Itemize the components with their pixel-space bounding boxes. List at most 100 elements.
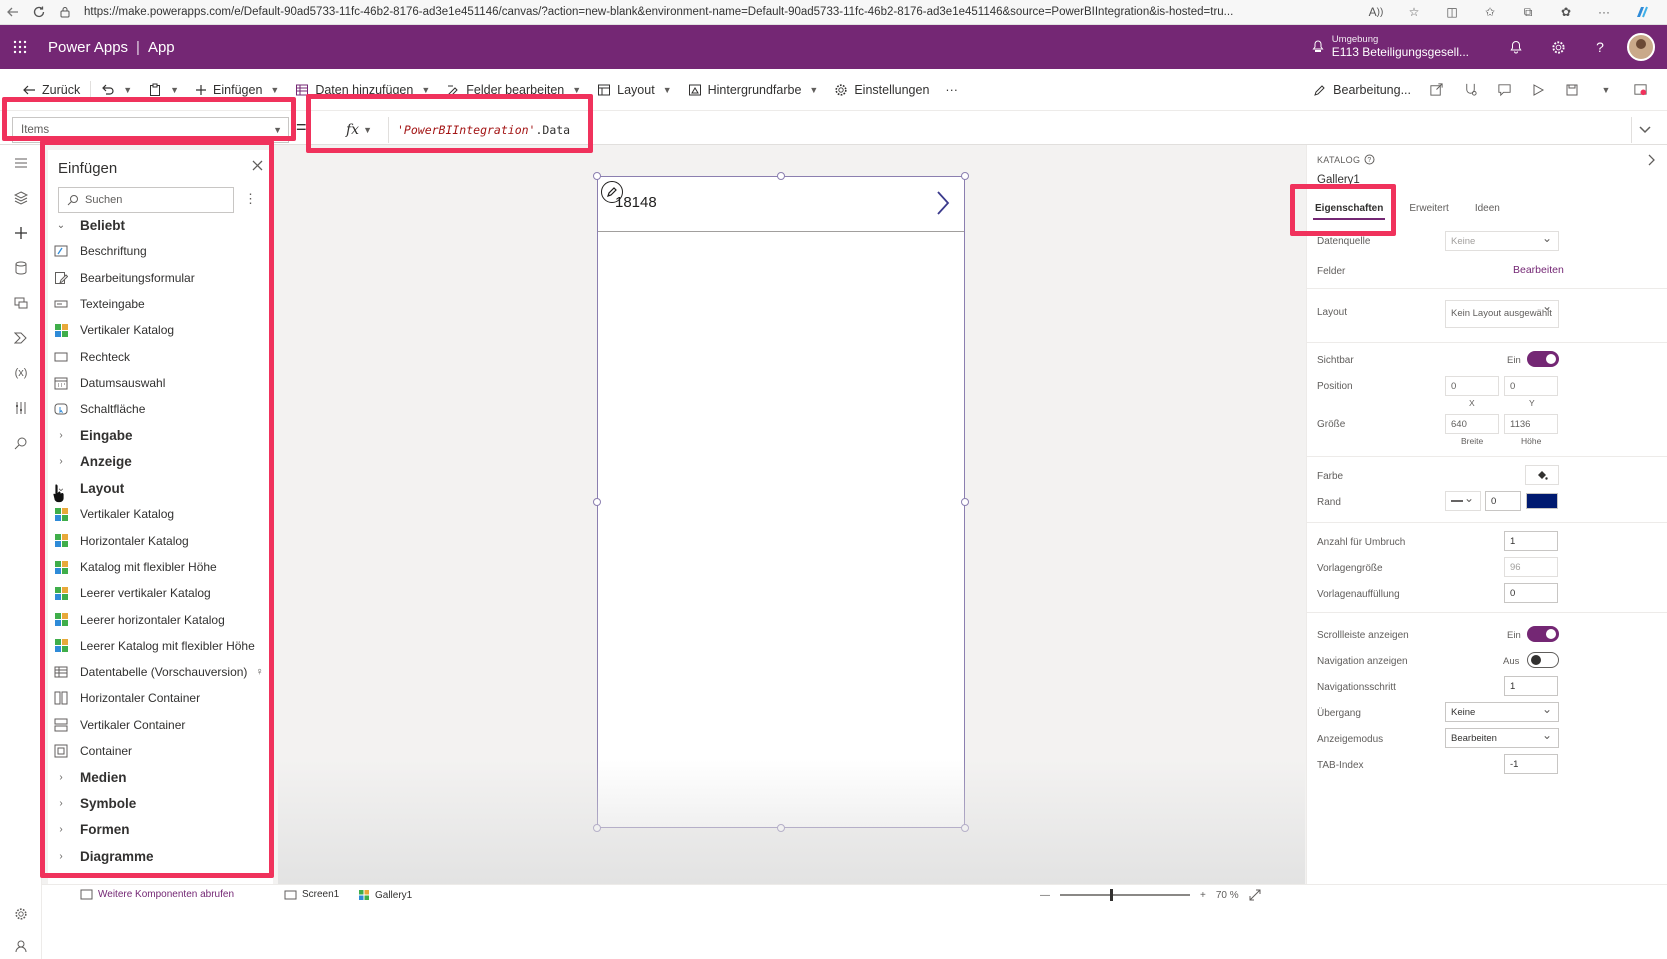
lightbulb-icon[interactable]: ♀ <box>255 666 263 678</box>
insert-category-layout[interactable]: ⌄ Layout <box>48 475 273 501</box>
fit-to-window-icon[interactable] <box>1249 889 1261 901</box>
tab-index-input[interactable]: -1 <box>1504 754 1558 774</box>
insert-item[interactable]: Leerer vertikaler Katalog <box>48 580 273 606</box>
edit-fields-button[interactable]: Felder bearbeiten ▼ <box>438 69 589 111</box>
insert-item[interactable]: Horizontaler Container <box>48 685 273 711</box>
insert-item[interactable]: Schaltfläche <box>48 396 273 422</box>
insert-item[interactable]: Katalog mit flexibler Höhe <box>48 554 273 580</box>
transition-dropdown[interactable]: Keine <box>1445 702 1559 722</box>
resize-handle[interactable] <box>961 172 969 180</box>
share-icon[interactable] <box>1419 69 1453 111</box>
play-preview-icon[interactable] <box>1521 69 1555 111</box>
insert-item[interactable]: Rechteck <box>48 343 273 369</box>
save-icon[interactable] <box>1555 69 1589 111</box>
tree-view-icon[interactable] <box>0 180 42 215</box>
get-more-components-link[interactable]: Weitere Komponenten abrufen <box>80 889 234 900</box>
split-screen-icon[interactable]: ◫ <box>1435 0 1469 25</box>
layout-dropdown[interactable]: Kein Layout ausgewählt <box>1445 300 1559 328</box>
insert-item[interactable]: Horizontaler Katalog <box>48 528 273 554</box>
property-dropdown[interactable]: Items ▼ <box>12 117 289 143</box>
virtual-agent-icon[interactable] <box>0 933 42 959</box>
position-y-input[interactable]: 0 <box>1504 376 1558 396</box>
template-size-input[interactable]: 96 <box>1504 557 1558 577</box>
chevron-right-icon[interactable] <box>1647 154 1655 166</box>
position-x-input[interactable]: 0 <box>1445 376 1499 396</box>
height-input[interactable]: 1136 <box>1504 414 1558 434</box>
insert-item[interactable]: Texteingabe <box>48 291 273 317</box>
resize-handle[interactable] <box>593 824 601 832</box>
insert-item[interactable]: Vertikaler Katalog <box>48 501 273 527</box>
insert-category-formen[interactable]: › Formen <box>48 817 273 843</box>
favorites-icon[interactable]: ✩ <box>1473 0 1507 25</box>
settings-button[interactable]: Einstellungen <box>826 69 937 111</box>
browser-refresh-icon[interactable] <box>26 0 52 25</box>
app-launcher-icon[interactable] <box>0 25 40 69</box>
publish-icon[interactable] <box>1623 69 1657 111</box>
product-name[interactable]: Power Apps <box>48 39 128 56</box>
comments-icon[interactable] <box>1487 69 1521 111</box>
insert-item[interactable]: Leerer Katalog mit flexibler Höhe <box>48 633 273 659</box>
width-input[interactable]: 640 <box>1445 414 1499 434</box>
resize-handle[interactable] <box>593 172 601 180</box>
chevron-right-icon[interactable] <box>935 190 951 216</box>
paste-button[interactable]: ▼ <box>140 69 187 111</box>
chevron-down-icon[interactable]: ▼ <box>123 85 132 95</box>
undo-button[interactable]: ▼ <box>93 69 140 111</box>
copilot-icon[interactable] <box>1625 0 1659 25</box>
app-screen[interactable] <box>597 176 965 828</box>
insert-category-anzeige[interactable]: › Anzeige <box>48 449 273 475</box>
gallery-breadcrumb[interactable]: Gallery1 <box>358 889 412 901</box>
scrollbar-toggle[interactable] <box>1527 626 1559 642</box>
help-icon[interactable]: ? <box>1579 25 1621 69</box>
zoom-out-button[interactable]: — <box>1040 890 1050 901</box>
display-mode-dropdown[interactable]: Bearbeiten <box>1445 728 1559 748</box>
insert-plus-icon[interactable] <box>0 215 42 250</box>
insert-item[interactable]: Bearbeitungsformular <box>48 265 273 291</box>
data-icon[interactable] <box>0 250 42 285</box>
browser-menu-icon[interactable]: ··· <box>1587 0 1621 25</box>
screen-breadcrumb[interactable]: Screen1 <box>284 889 339 900</box>
back-button[interactable]: Zurück <box>14 69 88 111</box>
resize-handle[interactable] <box>961 498 969 506</box>
resize-handle[interactable] <box>777 172 785 180</box>
layout-button[interactable]: Layout ▼ <box>589 69 679 111</box>
hamburger-menu-icon[interactable] <box>0 145 42 180</box>
function-button[interactable]: fx ▼ <box>346 117 372 143</box>
settings-gear-icon[interactable] <box>0 896 42 931</box>
formula-input[interactable]: 'PowerBIIntegration' .Data <box>388 117 1619 143</box>
border-style-dropdown[interactable] <box>1445 491 1481 511</box>
background-color-button[interactable]: Hintergrundfarbe ▼ <box>680 69 827 111</box>
visible-toggle[interactable] <box>1527 351 1559 367</box>
insert-item[interactable]: Datumsauswahl <box>48 370 273 396</box>
variables-icon[interactable]: (x) <box>0 355 42 390</box>
tab-advanced[interactable]: Erweitert <box>1407 199 1450 220</box>
insert-item[interactable]: Vertikaler Katalog <box>48 317 273 343</box>
tab-ideas[interactable]: Ideen <box>1473 199 1502 220</box>
insert-item[interactable]: Container <box>48 738 273 764</box>
more-options-icon[interactable]: ⋮ <box>244 191 257 207</box>
read-aloud-icon[interactable]: A)) <box>1359 0 1393 25</box>
search-icon[interactable] <box>0 425 42 460</box>
insert-button[interactable]: Einfügen ▼ <box>187 69 287 111</box>
zoom-in-button[interactable]: + <box>1200 890 1206 901</box>
insert-category-diagramme[interactable]: › Diagramme <box>48 843 273 869</box>
insert-category-eingabe[interactable]: › Eingabe <box>48 422 273 448</box>
navigation-toggle[interactable] <box>1527 652 1559 668</box>
close-icon[interactable] <box>252 160 263 171</box>
save-options-chevron-icon[interactable]: ▼ <box>1589 69 1623 111</box>
insert-category-symbole[interactable]: › Symbole <box>48 791 273 817</box>
favorite-star-icon[interactable]: ☆ <box>1397 0 1431 25</box>
border-color-swatch[interactable] <box>1526 493 1558 509</box>
zoom-slider[interactable] <box>1060 889 1190 901</box>
border-width-input[interactable]: 0 <box>1485 491 1521 511</box>
extensions-icon[interactable]: ✿ <box>1549 0 1583 25</box>
user-avatar[interactable] <box>1627 33 1655 61</box>
browser-back-icon[interactable] <box>0 0 26 25</box>
nav-step-input[interactable]: 1 <box>1504 676 1558 696</box>
expand-formula-chevron-icon[interactable] <box>1631 117 1657 143</box>
add-data-button[interactable]: Daten hinzufügen ▼ <box>287 69 438 111</box>
editing-mode-button[interactable]: Bearbeitung... <box>1305 69 1419 111</box>
resize-handle[interactable] <box>961 824 969 832</box>
resize-handle[interactable] <box>777 824 785 832</box>
edit-fields-link[interactable]: Bearbeiten <box>1513 264 1564 276</box>
